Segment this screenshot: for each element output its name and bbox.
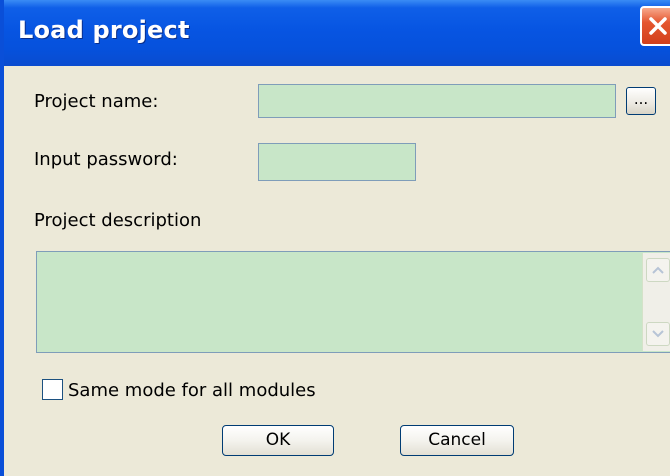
close-icon	[649, 17, 667, 35]
load-project-dialog: Load project Project name: ... Input pas…	[0, 0, 670, 476]
browse-button[interactable]: ...	[626, 87, 656, 115]
project-description-label: Project description	[34, 210, 202, 231]
chevron-up-icon	[652, 266, 664, 274]
project-name-label: Project name:	[34, 91, 159, 112]
window-title: Load project	[18, 16, 190, 44]
password-input[interactable]	[258, 143, 416, 181]
close-button[interactable]	[640, 6, 670, 46]
scroll-up-button[interactable]	[646, 258, 670, 282]
cancel-button[interactable]: Cancel	[400, 425, 514, 456]
project-description-textarea[interactable]	[36, 251, 670, 353]
password-label: Input password:	[34, 149, 178, 170]
title-bar[interactable]: Load project	[4, 0, 670, 66]
project-name-input[interactable]	[258, 84, 616, 118]
description-scrollbar[interactable]	[642, 253, 670, 351]
scroll-down-button[interactable]	[646, 322, 670, 346]
same-mode-label[interactable]: Same mode for all modules	[68, 380, 316, 401]
same-mode-checkbox[interactable]	[42, 379, 63, 400]
ok-button[interactable]: OK	[222, 425, 334, 456]
chevron-down-icon	[652, 330, 664, 338]
